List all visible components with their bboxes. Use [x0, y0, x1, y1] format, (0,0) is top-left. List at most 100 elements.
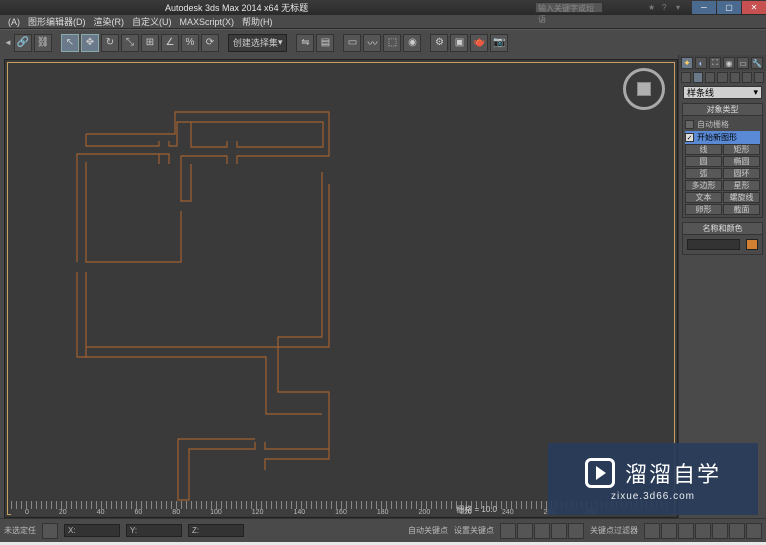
cameras-cat[interactable] — [717, 72, 727, 83]
render-button[interactable]: 🫖 — [470, 34, 488, 52]
helix-button[interactable]: 螺旋线 — [723, 192, 760, 203]
goto-end-button[interactable] — [568, 523, 584, 539]
next-frame-button[interactable] — [551, 523, 567, 539]
autogrid-checkbox[interactable] — [685, 120, 694, 129]
pan-button[interactable] — [644, 523, 660, 539]
menu-a[interactable]: (A) — [4, 17, 24, 27]
motion-tab[interactable]: ◉ — [723, 57, 735, 69]
systems-cat[interactable] — [754, 72, 764, 83]
egg-button[interactable]: 卵形 — [685, 204, 722, 215]
name-color-rollout: 名称和颜色 — [682, 222, 763, 255]
hierarchy-icon: ⛶ — [712, 58, 718, 68]
x-field[interactable]: X: — [64, 524, 120, 537]
start-new-shape-row[interactable]: ✓ 开始新图形 — [685, 131, 760, 144]
align-button[interactable]: ▤ — [316, 34, 334, 52]
keyfilter-label[interactable]: 关键点过滤器 — [590, 525, 638, 536]
zoom-all-button[interactable] — [678, 523, 694, 539]
rectangle-button[interactable]: 矩形 — [723, 144, 760, 155]
select-rotate-button[interactable]: ↻ — [101, 34, 119, 52]
orbit-button[interactable] — [729, 523, 745, 539]
name-color-header[interactable]: 名称和颜色 — [683, 223, 762, 235]
zoom-extents-button[interactable] — [695, 523, 711, 539]
link-icon: 🔗 — [17, 37, 29, 48]
menu-graph-editor[interactable]: 图形编辑器(D) — [24, 15, 90, 28]
close-button[interactable]: ✕ — [742, 1, 766, 14]
menu-render[interactable]: 渲染(R) — [90, 15, 129, 28]
hierarchy-tab[interactable]: ⛶ — [709, 57, 721, 69]
spinner-snap-button[interactable]: ⟳ — [201, 34, 219, 52]
lights-cat[interactable] — [705, 72, 715, 83]
circle-button[interactable]: 圆 — [685, 156, 722, 167]
menu-maxscript[interactable]: MAXScript(X) — [176, 17, 239, 27]
modify-tab[interactable]: ◐ — [695, 57, 707, 69]
select-button[interactable]: ↖ — [61, 34, 79, 52]
y-field[interactable]: Y: — [126, 524, 182, 537]
setkey-label[interactable]: 设置关键点 — [454, 525, 494, 536]
viewcube[interactable] — [623, 68, 665, 110]
unlink-button[interactable]: ⛓ — [34, 34, 52, 52]
material-button[interactable]: ◉ — [403, 34, 421, 52]
star-icon[interactable]: ★ — [648, 3, 658, 13]
select-scale-button[interactable]: ⤡ — [121, 34, 139, 52]
toolbar-left-arrow-icon[interactable]: ◄ — [4, 38, 12, 47]
line-button[interactable]: 线 — [685, 144, 722, 155]
shape-type-dropdown[interactable]: 样条线▾ — [683, 86, 762, 99]
snap-icon: ⊞ — [146, 37, 154, 48]
text-button[interactable]: 文本 — [685, 192, 722, 203]
object-color-swatch[interactable] — [746, 239, 758, 250]
start-new-checkbox[interactable]: ✓ — [685, 133, 694, 142]
selection-set-dropdown[interactable]: 创建选择集▾ — [228, 34, 288, 52]
minimize-button[interactable]: ─ — [692, 1, 716, 14]
curve-editor-button[interactable]: 〰 — [363, 34, 381, 52]
z-field[interactable]: Z: — [188, 524, 244, 537]
angle-snap-button[interactable]: ∠ — [161, 34, 179, 52]
donut-button[interactable]: 圆环 — [723, 168, 760, 179]
grid-status: 栅格 = 10.0 — [456, 504, 497, 515]
titlebar: Autodesk 3ds Max 2014 x64 无标题 输入关键字或短语 ★… — [0, 0, 766, 15]
autogrid-row[interactable]: 自动栅格 — [685, 118, 760, 131]
star-button[interactable]: 星形 — [723, 180, 760, 191]
object-type-header[interactable]: 对象类型 — [683, 104, 762, 116]
arc-button[interactable]: 弧 — [685, 168, 722, 179]
camera-icon: 📷 — [493, 37, 505, 48]
render-frame-button[interactable]: ▣ — [450, 34, 468, 52]
fov-button[interactable] — [712, 523, 728, 539]
menu-help[interactable]: 帮助(H) — [238, 15, 277, 28]
create-categories — [679, 71, 766, 84]
menu-customize[interactable]: 自定义(U) — [128, 15, 176, 28]
goto-start-button[interactable] — [500, 523, 516, 539]
prev-frame-button[interactable] — [517, 523, 533, 539]
utilities-icon: 🔧 — [752, 59, 762, 68]
search-input[interactable]: 输入关键字或短语 — [535, 2, 603, 13]
main-toolbar: ◄ 🔗 ⛓ ↖ ✥ ↻ ⤡ ⊞ ∠ % ⟳ 创建选择集▾ ⇋ ▤ ▭ 〰 ⬚ ◉… — [0, 29, 766, 55]
maximize-button[interactable]: ▢ — [717, 1, 741, 14]
maximize-vp-button[interactable] — [746, 523, 762, 539]
object-name-input[interactable] — [687, 239, 740, 250]
render-prod-button[interactable]: 📷 — [490, 34, 508, 52]
ellipse-button[interactable]: 椭圆 — [723, 156, 760, 167]
geometry-cat[interactable] — [681, 72, 691, 83]
play-button[interactable] — [534, 523, 550, 539]
utilities-tab[interactable]: 🔧 — [751, 57, 763, 69]
help-icon[interactable]: ▾ — [676, 3, 686, 13]
shapes-cat[interactable] — [693, 72, 703, 83]
schematic-button[interactable]: ⬚ — [383, 34, 401, 52]
select-move-button[interactable]: ✥ — [81, 34, 99, 52]
ngon-button[interactable]: 多边形 — [685, 180, 722, 191]
section-button[interactable]: 截面 — [723, 204, 760, 215]
mirror-button[interactable]: ⇋ — [296, 34, 314, 52]
percent-snap-button[interactable]: % — [181, 34, 199, 52]
render-setup-button[interactable]: ⚙ — [430, 34, 448, 52]
menubar: (A) 图形编辑器(D) 渲染(R) 自定义(U) MAXScript(X) 帮… — [0, 15, 766, 29]
helpers-cat[interactable] — [730, 72, 740, 83]
autokey-label[interactable]: 自动关键点 — [408, 525, 448, 536]
link-button[interactable]: 🔗 — [14, 34, 32, 52]
layers-button[interactable]: ▭ — [343, 34, 361, 52]
zoom-button[interactable] — [661, 523, 677, 539]
create-tab[interactable]: ✦ — [681, 57, 693, 69]
snap-button[interactable]: ⊞ — [141, 34, 159, 52]
display-tab[interactable]: ▭ — [737, 57, 749, 69]
lock-button[interactable] — [42, 523, 58, 539]
info-icon[interactable]: ? — [662, 3, 672, 13]
spacewarps-cat[interactable] — [742, 72, 752, 83]
